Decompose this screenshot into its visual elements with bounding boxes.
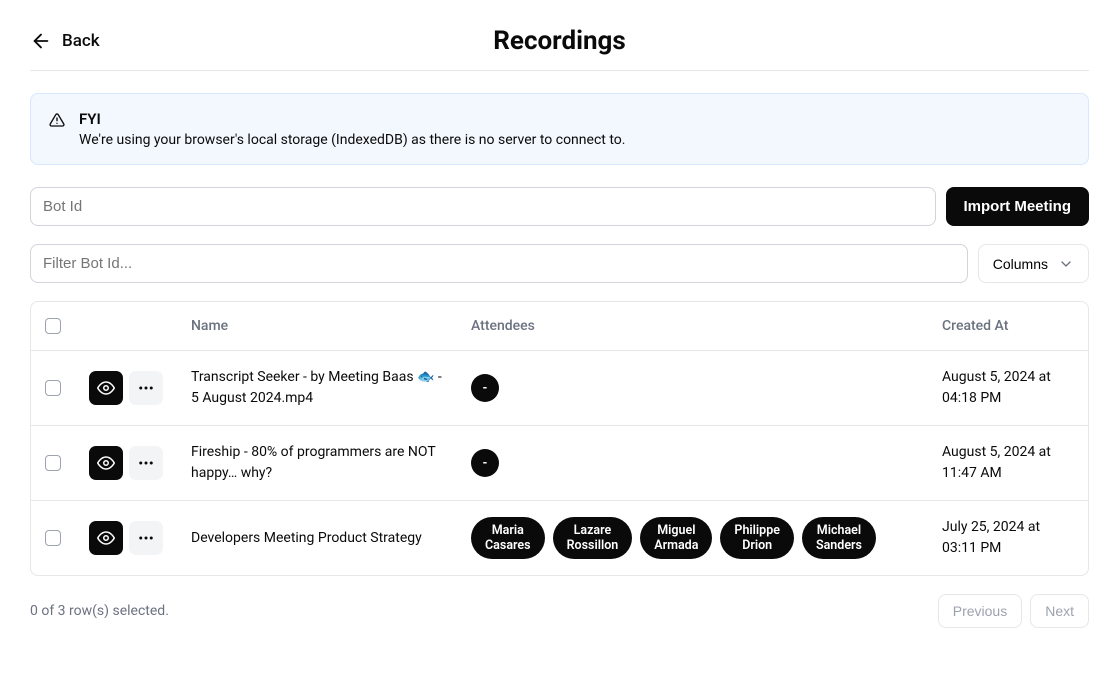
page-title: Recordings xyxy=(493,26,626,56)
attendee-badge: MariaCasares xyxy=(471,517,545,559)
row-checkbox[interactable] xyxy=(45,455,61,471)
recording-name: Developers Meeting Product Strategy xyxy=(177,501,457,576)
next-button[interactable]: Next xyxy=(1030,594,1089,628)
view-button[interactable] xyxy=(89,521,123,555)
eye-icon xyxy=(97,529,115,547)
more-actions-button[interactable] xyxy=(129,371,163,405)
attendee-badge: - xyxy=(471,374,499,402)
table-row: Developers Meeting Product Strategy Maria… xyxy=(31,501,1088,576)
back-button[interactable]: Back xyxy=(30,30,100,52)
created-at: August 5, 2024 at 11:47 AM xyxy=(928,426,1088,501)
recordings-table: Name Attendees Created At Transcript See… xyxy=(30,301,1089,576)
view-button[interactable] xyxy=(89,446,123,480)
created-at: July 25, 2024 at 03:11 PM xyxy=(928,501,1088,576)
previous-button[interactable]: Previous xyxy=(938,594,1022,628)
eye-icon xyxy=(97,379,115,397)
column-header-created-at: Created At xyxy=(928,302,1088,351)
bot-id-input[interactable] xyxy=(30,187,936,226)
alert-title: FYI xyxy=(79,110,625,128)
column-header-attendees: Attendees xyxy=(457,302,928,351)
attendee-badge: MiguelArmada xyxy=(640,517,712,559)
row-checkbox[interactable] xyxy=(45,380,61,396)
selection-count: 0 of 3 row(s) selected. xyxy=(30,603,169,619)
import-meeting-button[interactable]: Import Meeting xyxy=(946,187,1090,226)
attendees-list: MariaCasaresLazareRossillonMiguelArmadaP… xyxy=(471,517,914,559)
attendee-badge: - xyxy=(471,449,499,477)
attendee-badge: PhilippeDrion xyxy=(720,517,794,559)
dots-horizontal-icon xyxy=(137,379,155,397)
table-row: Fireship - 80% of programmers are NOT ha… xyxy=(31,426,1088,501)
attendees-list: - xyxy=(471,374,914,402)
table-row: Transcript Seeker - by Meeting Baas 🐟 - … xyxy=(31,351,1088,426)
view-button[interactable] xyxy=(89,371,123,405)
eye-icon xyxy=(97,454,115,472)
attendee-badge: MichaelSanders xyxy=(802,517,876,559)
dots-horizontal-icon xyxy=(137,454,155,472)
info-alert: FYI We're using your browser's local sto… xyxy=(30,93,1089,165)
column-header-name: Name xyxy=(177,302,457,351)
attendee-badge: LazareRossillon xyxy=(553,517,633,559)
row-checkbox[interactable] xyxy=(45,530,61,546)
filter-bot-id-input[interactable] xyxy=(30,244,968,283)
columns-label: Columns xyxy=(993,256,1048,272)
recording-name: Transcript Seeker - by Meeting Baas 🐟 - … xyxy=(177,351,457,426)
chevron-down-icon xyxy=(1058,256,1074,272)
more-actions-button[interactable] xyxy=(129,446,163,480)
created-at: August 5, 2024 at 04:18 PM xyxy=(928,351,1088,426)
select-all-checkbox[interactable] xyxy=(45,318,61,334)
back-label: Back xyxy=(62,31,100,51)
warning-triangle-icon xyxy=(49,112,65,148)
attendees-list: - xyxy=(471,449,914,477)
alert-description: We're using your browser's local storage… xyxy=(79,132,625,148)
arrow-left-icon xyxy=(30,30,52,52)
columns-dropdown[interactable]: Columns xyxy=(978,244,1089,283)
more-actions-button[interactable] xyxy=(129,521,163,555)
dots-horizontal-icon xyxy=(137,529,155,547)
recording-name: Fireship - 80% of programmers are NOT ha… xyxy=(177,426,457,501)
